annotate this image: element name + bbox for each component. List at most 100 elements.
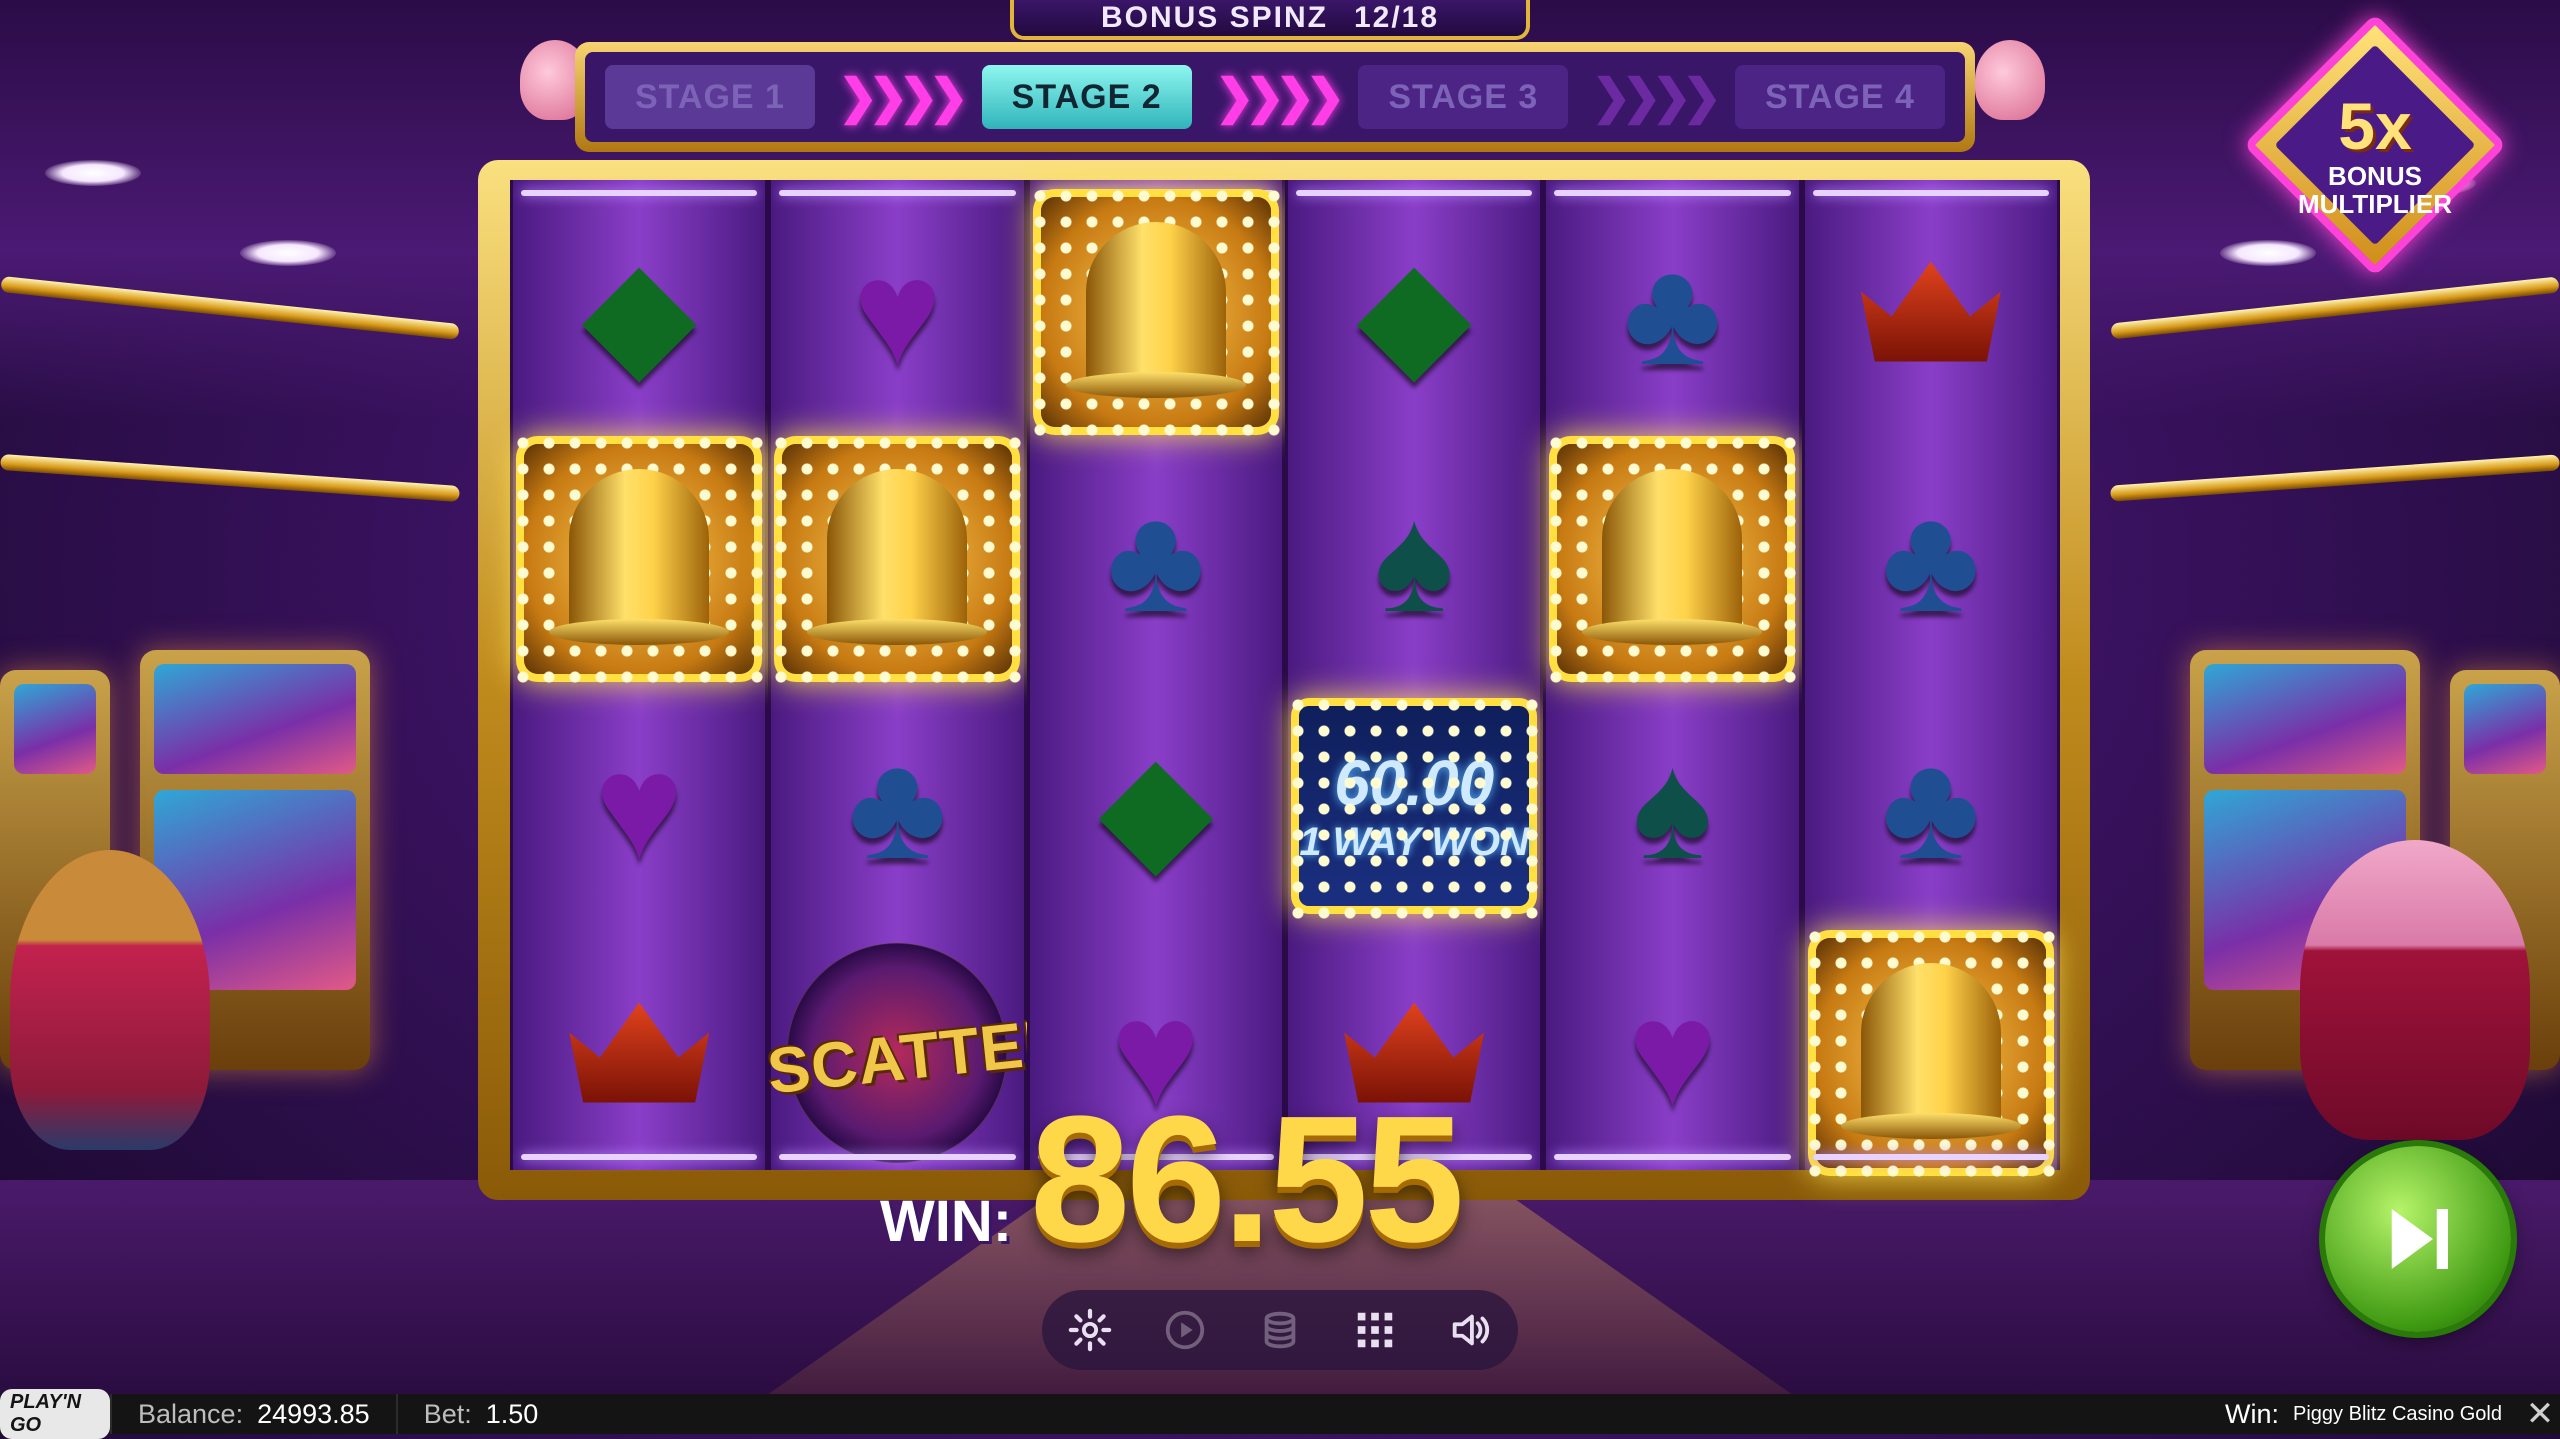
slot-machine-screen [14, 684, 96, 774]
reel-cell: ♣ [1030, 435, 1282, 682]
bear-character [10, 850, 210, 1150]
way-win-label: 1 WAY WON [1299, 820, 1529, 864]
skip-button[interactable] [2325, 1146, 2511, 1332]
sound-icon[interactable] [1440, 1300, 1500, 1360]
club-symbol-icon: ♣ [1881, 721, 1981, 890]
reel-cell [513, 929, 765, 1176]
bell-symbol-icon [1543, 429, 1802, 688]
bonus-spins-count: 12/18 [1353, 1, 1440, 34]
crown-symbol-icon [1860, 261, 2001, 362]
reel-3: ♣ ◆ ♥ [1026, 180, 1285, 1170]
pig-ornament-icon [1975, 40, 2045, 120]
reel-4: ◆ ♠ 60.00 1 WAY WON [1284, 180, 1544, 1170]
reel-2: ♥ ♣ SCATTER [764, 180, 1075, 1170]
stage-4: STAGE 4 [1734, 65, 1945, 129]
reel-cell: ♣ [771, 682, 1023, 929]
way-win-popup: 60.00 1 WAY WON [1285, 691, 1544, 920]
reel-6: ♣ ♣ [1801, 180, 2060, 1182]
reel-cell: ♠ [1288, 435, 1540, 682]
reel-cell: ♥ [1546, 929, 1798, 1176]
reel-cell: ◆ [1030, 682, 1282, 929]
bell-symbol-icon [768, 429, 1027, 688]
stage-2: STAGE 2 [981, 65, 1192, 129]
club-symbol-icon: ♣ [1623, 227, 1722, 396]
spade-symbol-icon: ♠ [1374, 474, 1454, 643]
reel-cell: ♣ [1805, 682, 2057, 929]
stage-arrows-icon: ❯❯❯❯ [1214, 71, 1346, 124]
reel-cell: ♣ [1546, 188, 1798, 435]
diamond-symbol-icon: ◆ [1356, 227, 1472, 396]
bet-display: Bet: 1.50 [395, 1394, 565, 1434]
multiplier-value: 5x [2338, 89, 2412, 163]
win-label: WIN: [880, 1189, 1013, 1254]
diamond-symbol-icon: ◆ [1098, 721, 1214, 890]
slot-machine-screen [2464, 684, 2546, 774]
bell-symbol-icon [1801, 923, 2060, 1182]
reel-cell: ♠ [1546, 682, 1798, 929]
gold-rail [2109, 454, 2560, 502]
reel-cell: ♣ [1805, 435, 2057, 682]
way-win-amount: 60.00 [1334, 747, 1495, 819]
skip-forward-icon [2391, 1209, 2448, 1269]
club-symbol-icon: ♣ [848, 721, 947, 890]
reel-cell [768, 429, 1027, 688]
elephant-character [2300, 840, 2530, 1140]
win-amount: 86.55 [1030, 1079, 1464, 1280]
balance-value: 24993.85 [257, 1398, 370, 1429]
menu-grid-icon[interactable] [1345, 1300, 1405, 1360]
slot-machine-screen [2204, 664, 2406, 774]
bonus-spins-label: BONUS SPINZ [1100, 1, 1328, 34]
reel-cell: SCATTER [764, 929, 1075, 1176]
diamond-symbol-icon: ◆ [581, 227, 697, 396]
ceiling-lamp-icon [45, 160, 141, 186]
scatter-symbol-icon: SCATTER [764, 942, 1075, 1163]
heart-symbol-icon: ♥ [852, 227, 943, 396]
crown-symbol-icon [569, 1002, 710, 1103]
reel-cell [1026, 182, 1285, 441]
reel-cell: ♥ [513, 682, 765, 929]
reel-cell [1801, 923, 2060, 1182]
stage-arrows-icon: ❯❯❯❯ [1591, 71, 1722, 124]
bell-symbol-icon [510, 429, 769, 688]
status-bar: PLAY'N GO Balance: 24993.85 Bet: 1.50 Wi… [0, 1389, 2560, 1439]
reel-5: ♣ ♠ ♥ [1543, 180, 1802, 1170]
bet-label: Bet: [423, 1398, 472, 1429]
bet-value: 1.50 [485, 1398, 539, 1429]
ceiling-lamp-icon [240, 240, 336, 266]
reel-cell: ◆ [513, 188, 765, 435]
balance-display: Balance: 24993.85 [110, 1394, 396, 1434]
heart-symbol-icon: ♥ [1627, 968, 1717, 1137]
reel-cell: ◆ [1288, 188, 1540, 435]
multiplier-label-line1: BONUS [2328, 161, 2422, 191]
spade-symbol-icon: ♠ [1632, 721, 1713, 890]
playngo-logo: PLAY'N GO [0, 1389, 110, 1439]
reel-1: ◆ ♥ [510, 180, 769, 1170]
reel-cell [510, 429, 769, 688]
settings-icon[interactable] [1060, 1300, 1120, 1360]
reel-cell [1543, 429, 1802, 688]
slot-machine-screen [154, 664, 356, 774]
bonus-spins-counter: BONUS SPINZ 12/18 [1010, 0, 1530, 40]
reel-grid: ◆ ♥ ♥ ♣ SCATTER ♣ ◆ ♥ ◆ ♠ 60.00 1 WAY WON ♣ ♠ ♥ ♣ ♣ [510, 180, 2060, 1182]
reel-cell: ♥ [771, 188, 1023, 435]
bet-coins-icon[interactable] [1250, 1300, 1310, 1360]
control-bar [1042, 1290, 1518, 1370]
bonus-multiplier-badge: 5x BONUS MULTIPLIER [2230, 13, 2520, 277]
autoplay-icon[interactable] [1155, 1300, 1215, 1360]
reel-cell: 60.00 1 WAY WON [1285, 682, 1544, 929]
club-symbol-icon: ♣ [1881, 474, 1981, 643]
stage-progress-bar: STAGE 1 ❯❯❯❯ STAGE 2 ❯❯❯❯ STAGE 3 ❯❯❯❯ S… [575, 42, 1975, 152]
bell-symbol-icon [1026, 182, 1285, 441]
game-name: Piggy Blitz Casino Gold [2293, 1402, 2502, 1425]
stage-3: STAGE 3 [1358, 65, 1569, 129]
multiplier-label: BONUS MULTIPLIER [2230, 162, 2520, 218]
stage-1: STAGE 1 [605, 65, 815, 129]
club-symbol-icon: ♣ [1106, 474, 1206, 643]
status-win-label: Win: [2225, 1398, 2280, 1429]
gold-rail [0, 453, 460, 503]
status-right: Win: Piggy Blitz Casino Gold ✕ [2225, 1394, 2560, 1434]
multiplier-label-line2: MULTIPLIER [2297, 189, 2453, 219]
reel-cell [1805, 188, 2057, 435]
stage-arrows-icon: ❯❯❯❯ [837, 71, 969, 124]
close-icon[interactable]: ✕ [2520, 1394, 2560, 1434]
